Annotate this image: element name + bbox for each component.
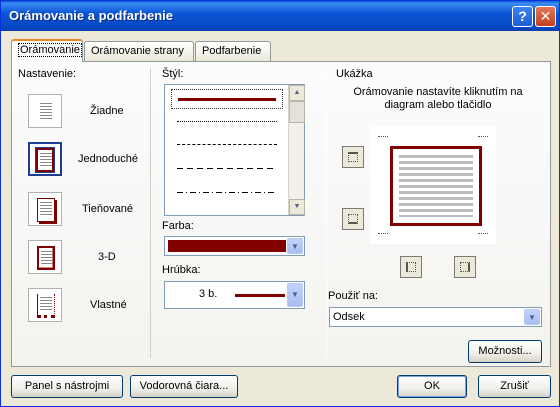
style-scrollbar[interactable]: ▲ ▼ <box>288 85 305 215</box>
top-border-button[interactable] <box>342 146 364 168</box>
setting-custom-button[interactable] <box>28 288 62 322</box>
scroll-down-icon[interactable]: ▼ <box>289 199 305 215</box>
setting-custom-label: Vlastné <box>90 299 127 311</box>
setting-box-button[interactable] <box>28 142 62 176</box>
color-dropdown[interactable]: ▼ <box>164 236 305 256</box>
apply-to-dropdown[interactable]: Odsek ▼ <box>329 307 542 327</box>
preview-hint: Orámovanie nastavíte kliknutím na diagra… <box>353 86 523 111</box>
style-option-dotted[interactable] <box>171 118 283 126</box>
top-border-icon <box>348 152 358 162</box>
right-border-icon <box>460 262 470 272</box>
style-option-solid[interactable] <box>171 89 283 109</box>
scroll-up-icon[interactable]: ▲ <box>289 85 305 101</box>
help-icon[interactable]: ? <box>512 6 533 27</box>
color-heading: Farba: <box>162 220 194 232</box>
cancel-button[interactable]: Zrušiť <box>478 375 551 398</box>
divider <box>150 68 151 358</box>
tab-page-border[interactable]: Orámovanie strany <box>84 41 194 61</box>
chevron-down-icon[interactable]: ▼ <box>287 283 303 307</box>
style-heading: Štýl: <box>162 68 184 80</box>
width-dropdown[interactable]: 3 b. ▼ <box>164 281 305 309</box>
style-option-dash-dot[interactable] <box>171 189 283 197</box>
close-icon[interactable]: ✕ <box>535 6 556 27</box>
bottom-border-icon <box>348 214 358 224</box>
shadow-border-icon <box>37 198 55 222</box>
box-border-icon <box>35 147 55 173</box>
width-swatch <box>235 294 285 297</box>
apply-to-value: Odsek <box>333 311 365 323</box>
no-border-icon <box>37 100 55 124</box>
setting-3d-label: 3-D <box>98 251 116 263</box>
options-button[interactable]: Možnosti... <box>468 340 542 363</box>
setting-3d-button[interactable] <box>28 240 62 274</box>
width-heading: Hrúbka: <box>162 264 201 276</box>
custom-border-icon <box>37 294 55 318</box>
title-bar[interactable]: Orámovanie a podfarbenie ? ✕ <box>1 1 559 31</box>
solid-line-swatch <box>178 98 276 101</box>
left-border-icon <box>406 262 416 272</box>
apply-to-heading: Použiť na: <box>328 290 378 302</box>
preview-border-box[interactable] <box>390 146 482 226</box>
setting-none-button[interactable] <box>28 94 62 128</box>
tab-panel-borders: Nastavenie: Žiadne Jednoduché Tieňované <box>11 61 551 367</box>
3d-border-icon <box>37 246 55 270</box>
style-listbox[interactable]: ▲ ▼ <box>164 84 305 216</box>
divider <box>326 68 327 358</box>
window-title: Orámovanie a podfarbenie <box>9 8 173 23</box>
ok-button[interactable]: OK <box>397 375 467 398</box>
chevron-down-icon[interactable]: ▼ <box>524 309 540 325</box>
width-value: 3 b. <box>199 288 218 300</box>
left-border-button[interactable] <box>400 256 422 278</box>
setting-none-label: Žiadne <box>90 105 124 117</box>
toolbar-button[interactable]: Panel s nástrojmi <box>11 375 123 398</box>
right-border-button[interactable] <box>454 256 476 278</box>
preview-heading: Ukážka <box>336 68 373 80</box>
tab-borders[interactable]: Orámovanie <box>11 39 83 62</box>
color-swatch <box>168 240 286 252</box>
preview-text-lines <box>399 155 473 217</box>
setting-shadow-button[interactable] <box>28 192 62 226</box>
setting-box-label: Jednoduché <box>78 153 138 165</box>
setting-shadow-label: Tieňované <box>82 203 133 215</box>
tab-shading[interactable]: Podfarbenie <box>195 41 271 61</box>
style-option-dashed-small[interactable] <box>171 141 283 149</box>
borders-shading-dialog: Orámovanie a podfarbenie ? ✕ Orámovanie … <box>0 0 560 407</box>
chevron-down-icon[interactable]: ▼ <box>287 238 303 254</box>
style-option-dashed[interactable] <box>171 165 283 173</box>
scroll-thumb[interactable] <box>289 101 305 123</box>
bottom-border-button[interactable] <box>342 208 364 230</box>
preview-diagram[interactable] <box>370 126 496 244</box>
horizontal-line-button[interactable]: Vodorovná čiara... <box>130 375 238 398</box>
settings-heading: Nastavenie: <box>18 68 77 80</box>
